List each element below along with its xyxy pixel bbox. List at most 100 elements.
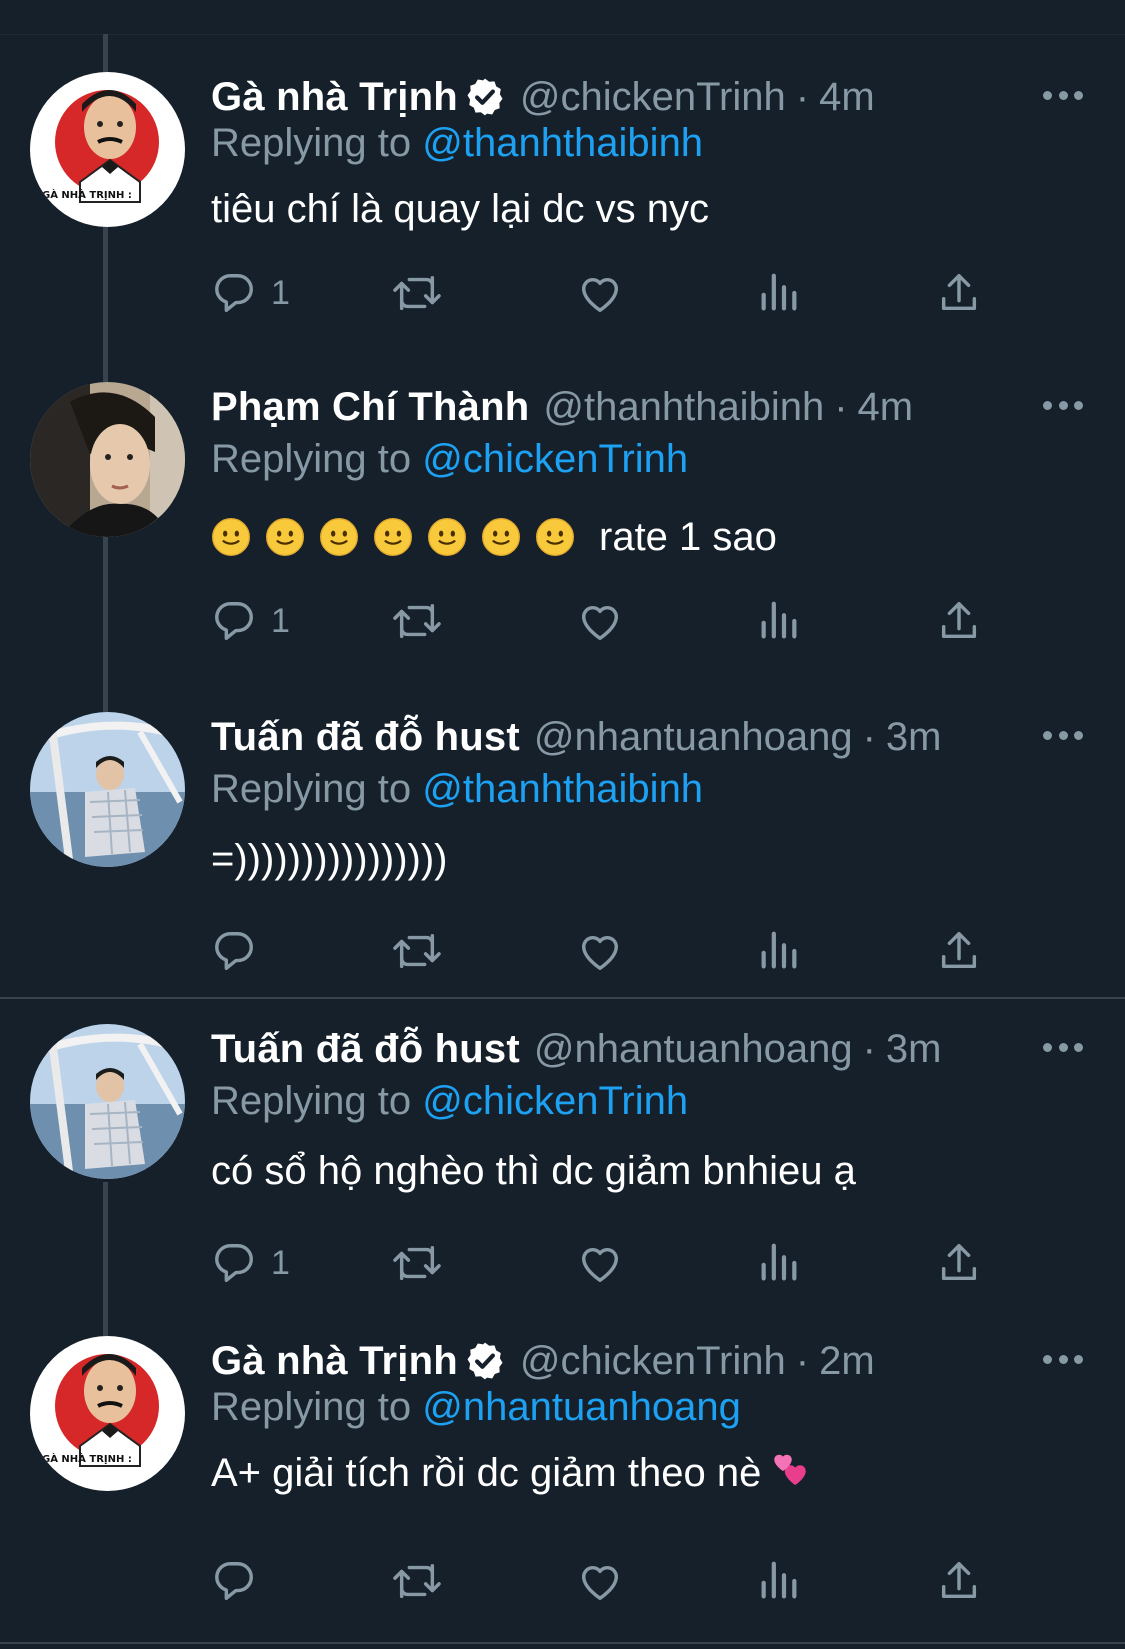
like-icon [581,606,619,640]
more-options-icon[interactable] [1043,398,1083,412]
retweet-button[interactable] [391,1238,443,1288]
retweet-button[interactable] [391,926,443,976]
like-button[interactable] [576,1238,624,1288]
replying-handle-link[interactable]: @thanhthaibinh [422,767,703,811]
svg-text:GÀ NHÀ TRỊNH :: GÀ NHÀ TRỊNH : [42,188,132,201]
like-icon [581,936,619,970]
action-bar: 1 [211,1238,1001,1288]
slightly-smiling-face-emoji-icon [320,518,358,556]
reply-button[interactable] [211,926,271,976]
tweet-header: Phạm Chí Thành @thanhthaibinh · 4m [211,382,913,432]
replying-label: Replying to [211,1385,423,1429]
analytics-button[interactable] [756,596,802,646]
timestamp[interactable]: 3m [886,1024,942,1074]
reply-icon [215,1244,253,1282]
separator-dot: · [795,1339,810,1383]
share-button[interactable] [936,926,982,976]
display-name[interactable]: Phạm Chí Thành [211,382,529,432]
user-handle[interactable]: @nhantuanhoang [534,712,853,762]
like-button[interactable] [576,268,624,318]
like-button[interactable] [576,926,624,976]
like-button[interactable] [576,1556,624,1606]
replying-label: Replying to [211,121,423,165]
tweet[interactable]: Tuấn đã đỗ hust @nhantuanhoang · 3m Repl… [0,1024,1125,1304]
more-options-icon[interactable] [1043,1352,1083,1366]
retweet-icon [393,1245,441,1281]
timestamp[interactable]: 2m [819,1336,875,1386]
separator-dot: · [795,75,810,119]
reply-button[interactable]: 1 [211,596,290,646]
reply-count: 1 [271,601,290,640]
reply-button[interactable]: 1 [211,268,290,318]
avatar[interactable] [30,1024,185,1179]
analytics-button[interactable] [756,268,802,318]
tweet-header: Gà nhà Trịnh @chickenTrinh · 2m [211,1336,875,1386]
tweet[interactable]: GÀ NHÀ TRỊNH : Gà nhà Trịnh @chickenTrin… [0,1336,1125,1626]
replying-handle-link[interactable]: @nhantuanhoang [422,1385,741,1429]
slightly-smiling-face-emoji-icon [428,518,466,556]
action-bar [211,926,1001,976]
tweet-text-content: rate 1 sao [599,515,777,559]
retweet-button[interactable] [391,268,443,318]
tweet[interactable]: GÀ NHÀ TRỊNH : Gà nhà Trịnh @chickenTrin… [0,72,1125,332]
like-button[interactable] [576,596,624,646]
verified-badge-icon [467,1342,503,1380]
reply-icon [215,602,253,640]
action-bar [211,1556,1001,1606]
reply-button[interactable] [211,1556,271,1606]
separator-dot: · [862,715,876,759]
tweet-text: tiêu chí là quay lại dc vs nyc [211,187,710,231]
conversation-divider [0,997,1125,999]
slightly-smiling-face-emoji-icon [482,518,520,556]
retweet-button[interactable] [391,1556,443,1606]
analytics-button[interactable] [756,926,802,976]
user-handle[interactable]: @thanhthaibinh [543,382,824,432]
analytics-button[interactable] [756,1556,802,1606]
like-icon [581,1566,619,1600]
tweet-text: có sổ hộ nghèo thì dc giảm bnhieu ạ [211,1149,856,1193]
replying-to: Replying to @thanhthaibinh [211,118,703,168]
timestamp[interactable]: 4m [819,72,875,122]
separator-dot: · [862,1027,876,1071]
slightly-smiling-face-emoji-icon [266,518,304,556]
verified-badge-icon [467,78,503,116]
display-name[interactable]: Gà nhà Trịnh [211,72,458,122]
reply-button[interactable]: 1 [211,1238,290,1288]
user-handle[interactable]: @chickenTrinh [520,72,786,122]
retweet-icon [393,1563,441,1599]
tweet[interactable]: Tuấn đã đỗ hust @nhantuanhoang · 3m Repl… [0,712,1125,984]
share-button[interactable] [936,1556,982,1606]
slightly-smiling-face-emoji-icon [212,518,250,556]
replying-to: Replying to @nhantuanhoang [211,1382,741,1432]
more-options-icon[interactable] [1043,88,1083,102]
share-button[interactable] [936,1238,982,1288]
tweet[interactable]: Phạm Chí Thành @thanhthaibinh · 4m Reply… [0,382,1125,672]
replying-handle-link[interactable]: @chickenTrinh [422,1079,688,1123]
avatar[interactable]: GÀ NHÀ TRỊNH : [30,72,185,227]
more-options-icon[interactable] [1043,728,1083,742]
replying-to: Replying to @chickenTrinh [211,434,688,484]
retweet-button[interactable] [391,596,443,646]
top-bar [0,0,1125,35]
display-name[interactable]: Tuấn đã đỗ hust [211,1024,520,1074]
replying-to: Replying to @chickenTrinh [211,1076,688,1126]
display-name[interactable]: Gà nhà Trịnh [211,1336,458,1386]
user-handle[interactable]: @nhantuanhoang [534,1024,853,1074]
replying-handle-link[interactable]: @thanhthaibinh [422,121,703,165]
replying-handle-link[interactable]: @chickenTrinh [422,437,688,481]
display-name[interactable]: Tuấn đã đỗ hust [211,712,520,762]
avatar[interactable]: GÀ NHÀ TRỊNH : [30,1336,185,1491]
timestamp[interactable]: 4m [858,382,914,432]
user-handle[interactable]: @chickenTrinh [520,1336,786,1386]
analytics-button[interactable] [756,1238,802,1288]
share-icon [941,274,977,311]
avatar[interactable] [30,382,185,537]
share-button[interactable] [936,268,982,318]
more-options-icon[interactable] [1043,1040,1083,1054]
avatar[interactable] [30,712,185,867]
share-icon [941,602,977,639]
share-button[interactable] [936,596,982,646]
reply-icon [215,932,253,970]
replying-to: Replying to @thanhthaibinh [211,764,703,814]
timestamp[interactable]: 3m [886,712,942,762]
